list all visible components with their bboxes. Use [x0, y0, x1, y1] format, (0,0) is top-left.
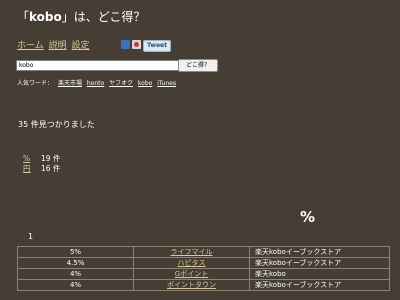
- popular-words: 人気ワード： 楽天市場 honto ヤフオク kobo iTunes: [17, 78, 176, 87]
- popular-word-link[interactable]: ヤフオク: [109, 80, 133, 87]
- popular-word-link[interactable]: honto: [87, 80, 104, 87]
- rate-cell: 4%: [17, 268, 134, 280]
- shop-cell: 楽天koboイーブックストア: [249, 257, 390, 269]
- title-open: 「: [17, 10, 30, 24]
- share-buttons: Tweet: [121, 40, 171, 52]
- nav-settings-link[interactable]: 設定: [72, 41, 90, 51]
- site-link[interactable]: Gポイント: [175, 270, 208, 278]
- percent-heading: %: [300, 208, 316, 226]
- results-table: 5% ライフマイル 楽天koboイーブックストア 4.5% ハピタス 楽天kob…: [17, 246, 390, 291]
- type-counts: % 19 件 円 16 件: [23, 154, 60, 174]
- title-suffix: 」は、どこ得？: [61, 10, 146, 24]
- site-cell: Gポイント: [133, 268, 250, 280]
- page-title: 「kobo」は、どこ得？: [17, 8, 145, 25]
- site-cell: ライフマイル: [133, 246, 250, 258]
- count-row-percent: % 19 件: [23, 154, 60, 164]
- count-value: 16 件: [41, 164, 61, 173]
- site-cell: ポイントタウン: [133, 279, 250, 291]
- table-row: 5% ライフマイル 楽天koboイーブックストア: [17, 246, 390, 258]
- tweet-button[interactable]: Tweet: [143, 40, 171, 52]
- nav-help-link[interactable]: 説明: [49, 41, 67, 51]
- shop-cell: 楽天koboイーブックストア: [249, 246, 390, 258]
- table-row: 4% Gポイント 楽天kobo: [17, 268, 390, 280]
- site-link[interactable]: ハピタス: [178, 259, 206, 267]
- count-row-yen: 円 16 件: [23, 164, 60, 174]
- popular-word-link[interactable]: kobo: [138, 80, 152, 87]
- rate-cell: 4.5%: [17, 257, 134, 269]
- shop-cell: 楽天kobo: [249, 268, 390, 280]
- title-keyword: kobo: [29, 10, 62, 24]
- table-row: 4% ポイントタウン 楽天koboイーブックストア: [17, 279, 390, 291]
- page-number[interactable]: 1: [28, 232, 33, 241]
- count-value: 19 件: [41, 154, 61, 163]
- popular-label: 人気ワード：: [17, 80, 54, 87]
- shop-cell: 楽天koboイーブックストア: [249, 279, 390, 291]
- site-link[interactable]: ライフマイル: [171, 248, 213, 256]
- share-icon[interactable]: [132, 40, 141, 49]
- popular-word-link[interactable]: 楽天市場: [58, 80, 82, 87]
- search-input[interactable]: kobo: [16, 60, 180, 71]
- bookmark-icon[interactable]: [121, 40, 130, 49]
- table-row: 4.5% ハピタス 楽天koboイーブックストア: [17, 257, 390, 269]
- nav-home-link[interactable]: ホーム: [17, 41, 44, 51]
- popular-word-link[interactable]: iTunes: [157, 80, 176, 87]
- top-nav: ホーム 説明 設定: [17, 38, 92, 51]
- result-count-text: 35 件見つかりました: [18, 120, 95, 129]
- rate-cell: 5%: [17, 246, 134, 258]
- search-button[interactable]: どこ得？: [178, 59, 218, 72]
- rate-cell: 4%: [17, 279, 134, 291]
- count-key-link[interactable]: 円: [23, 164, 41, 174]
- count-key-link[interactable]: %: [23, 154, 41, 164]
- site-cell: ハピタス: [133, 257, 250, 269]
- site-link[interactable]: ポイントタウン: [167, 281, 216, 289]
